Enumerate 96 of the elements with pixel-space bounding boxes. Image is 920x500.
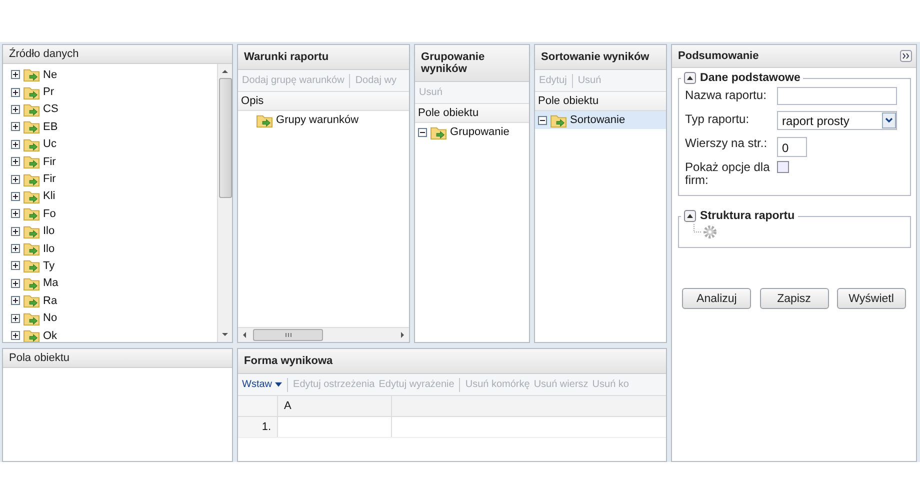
folder-arrow-icon bbox=[23, 293, 40, 308]
expand-toggle-icon[interactable] bbox=[11, 314, 20, 323]
expand-toggle-icon[interactable] bbox=[11, 157, 20, 166]
tree-item-label[interactable]: Fo bbox=[43, 208, 56, 220]
folder-arrow-icon bbox=[23, 241, 40, 256]
folder-arrow-icon bbox=[23, 102, 40, 117]
tree-item-label[interactable]: Ty bbox=[43, 260, 55, 272]
caret-icon bbox=[275, 382, 282, 387]
folder-arrow-icon bbox=[23, 84, 40, 100]
section-toggle-icon[interactable] bbox=[684, 72, 696, 84]
expand-toggle-icon[interactable] bbox=[11, 244, 20, 254]
tree-item-label[interactable]: Sortowanie bbox=[570, 114, 626, 126]
tree-row[interactable]: Sortowanie bbox=[535, 111, 666, 129]
expand-toggle-icon[interactable] bbox=[11, 278, 20, 288]
folder-arrow-icon bbox=[256, 112, 274, 128]
panel-title: Podsumowanie bbox=[678, 50, 759, 62]
panel-title: Forma wynikowa bbox=[244, 355, 333, 367]
folder-arrow-icon bbox=[23, 188, 40, 204]
tree-row[interactable]: Grupy warunków bbox=[238, 111, 410, 129]
column-header: Pole obiektu bbox=[415, 104, 530, 123]
collapse-toggle-icon[interactable] bbox=[538, 116, 548, 124]
tree-item-label[interactable]: No bbox=[43, 312, 58, 324]
panel-title: Źródło danych bbox=[9, 48, 79, 60]
tree-item-label[interactable]: Pr bbox=[43, 86, 54, 98]
expand-toggle-icon[interactable] bbox=[11, 122, 20, 132]
field-label: Nazwa raportu: bbox=[685, 87, 768, 102]
folder-arrow-icon bbox=[430, 124, 448, 140]
tree-item-label[interactable]: CS bbox=[43, 103, 58, 116]
section-title: Struktura raportu bbox=[700, 210, 795, 222]
grip-icon[interactable] bbox=[284, 332, 293, 338]
collapse-panel-icon[interactable] bbox=[900, 50, 912, 62]
tree-item-label[interactable]: Ilo bbox=[43, 225, 55, 238]
expand-toggle-icon[interactable] bbox=[11, 192, 20, 201]
tree-item-label[interactable]: Ne bbox=[43, 68, 58, 81]
tree-row[interactable]: Grupowanie bbox=[415, 123, 530, 141]
folder-arrow-icon bbox=[23, 258, 40, 274]
folder-arrow-icon bbox=[23, 310, 40, 326]
panel-title: Sortowanie wyników bbox=[541, 51, 650, 63]
field-label: Typ raportu: bbox=[685, 111, 750, 126]
expand-toggle-icon[interactable] bbox=[11, 331, 20, 340]
scroll-down-icon[interactable] bbox=[221, 332, 230, 338]
folder-arrow-icon bbox=[23, 119, 40, 134]
tree-item-label[interactable]: Uc bbox=[43, 138, 56, 150]
checkbox[interactable] bbox=[777, 161, 790, 173]
gear-node-icon bbox=[693, 224, 720, 240]
expand-toggle-icon[interactable] bbox=[11, 140, 20, 149]
field-label: Wierszy na str.: bbox=[685, 135, 768, 150]
scroll-left-icon[interactable] bbox=[241, 331, 248, 339]
folder-arrow-icon bbox=[23, 172, 40, 187]
action-button[interactable]: Zapisz bbox=[760, 288, 828, 309]
report-name-input[interactable] bbox=[777, 87, 898, 105]
tree-item-label[interactable]: Grupy warunków bbox=[276, 114, 359, 126]
horizontal-scrollbar[interactable] bbox=[238, 327, 410, 342]
column-header: Opis bbox=[238, 92, 410, 111]
expand-toggle-icon[interactable] bbox=[11, 296, 20, 306]
section-title: Dane podstawowe bbox=[700, 72, 800, 84]
tree-item-label[interactable]: EB bbox=[43, 120, 58, 133]
expand-toggle-icon[interactable] bbox=[11, 261, 20, 270]
field-label: Pokaż opcje dla firm: bbox=[685, 159, 771, 187]
folder-arrow-icon bbox=[23, 276, 40, 291]
tree-item-label[interactable]: Ra bbox=[43, 294, 58, 307]
panel-title: Grupowanie wyników bbox=[421, 51, 485, 75]
tree-item-label[interactable]: Kli bbox=[43, 190, 56, 202]
vertical-scrollbar[interactable] bbox=[217, 64, 232, 342]
panel-title: Pola obiektu bbox=[9, 352, 70, 364]
scroll-up-icon[interactable] bbox=[221, 68, 230, 74]
expand-toggle-icon[interactable] bbox=[11, 88, 20, 97]
tree-item-label[interactable]: Ma bbox=[43, 277, 58, 290]
folder-arrow-icon bbox=[550, 112, 568, 128]
tree-item-label[interactable]: Ilo bbox=[43, 242, 55, 255]
folder-arrow-icon bbox=[23, 154, 40, 170]
folder-arrow-icon bbox=[23, 136, 40, 152]
expand-toggle-icon[interactable] bbox=[11, 174, 20, 184]
expand-toggle-icon[interactable] bbox=[11, 226, 20, 236]
panel-title: Warunki raportu bbox=[244, 51, 329, 63]
folder-arrow-icon bbox=[23, 328, 40, 342]
action-button[interactable]: Wyświetl bbox=[836, 288, 906, 309]
expand-toggle-icon[interactable] bbox=[11, 209, 20, 218]
rows-per-page-input[interactable]: 0 bbox=[777, 137, 808, 157]
column-header: Pole obiektu bbox=[535, 92, 666, 111]
expand-toggle-icon[interactable] bbox=[11, 104, 20, 114]
folder-arrow-icon bbox=[23, 224, 40, 239]
row-number: 1. bbox=[238, 417, 278, 437]
tree-item-label[interactable]: Grupowanie bbox=[450, 126, 510, 138]
insert-menu-button[interactable]: Wstaw bbox=[240, 377, 284, 392]
tree-item-label[interactable]: Fir bbox=[43, 173, 56, 186]
report-type-select[interactable]: raport prosty bbox=[777, 111, 898, 130]
tree-item-label[interactable]: Ok bbox=[43, 330, 58, 342]
tree-item-label[interactable]: Fir bbox=[43, 156, 56, 168]
expand-toggle-icon[interactable] bbox=[11, 70, 20, 80]
folder-arrow-icon bbox=[23, 206, 40, 222]
action-button[interactable]: Analizuj bbox=[682, 288, 752, 309]
collapse-toggle-icon[interactable] bbox=[418, 128, 428, 136]
folder-arrow-icon bbox=[23, 67, 40, 82]
scroll-right-icon[interactable] bbox=[400, 331, 406, 339]
section-toggle-icon[interactable] bbox=[684, 210, 696, 222]
